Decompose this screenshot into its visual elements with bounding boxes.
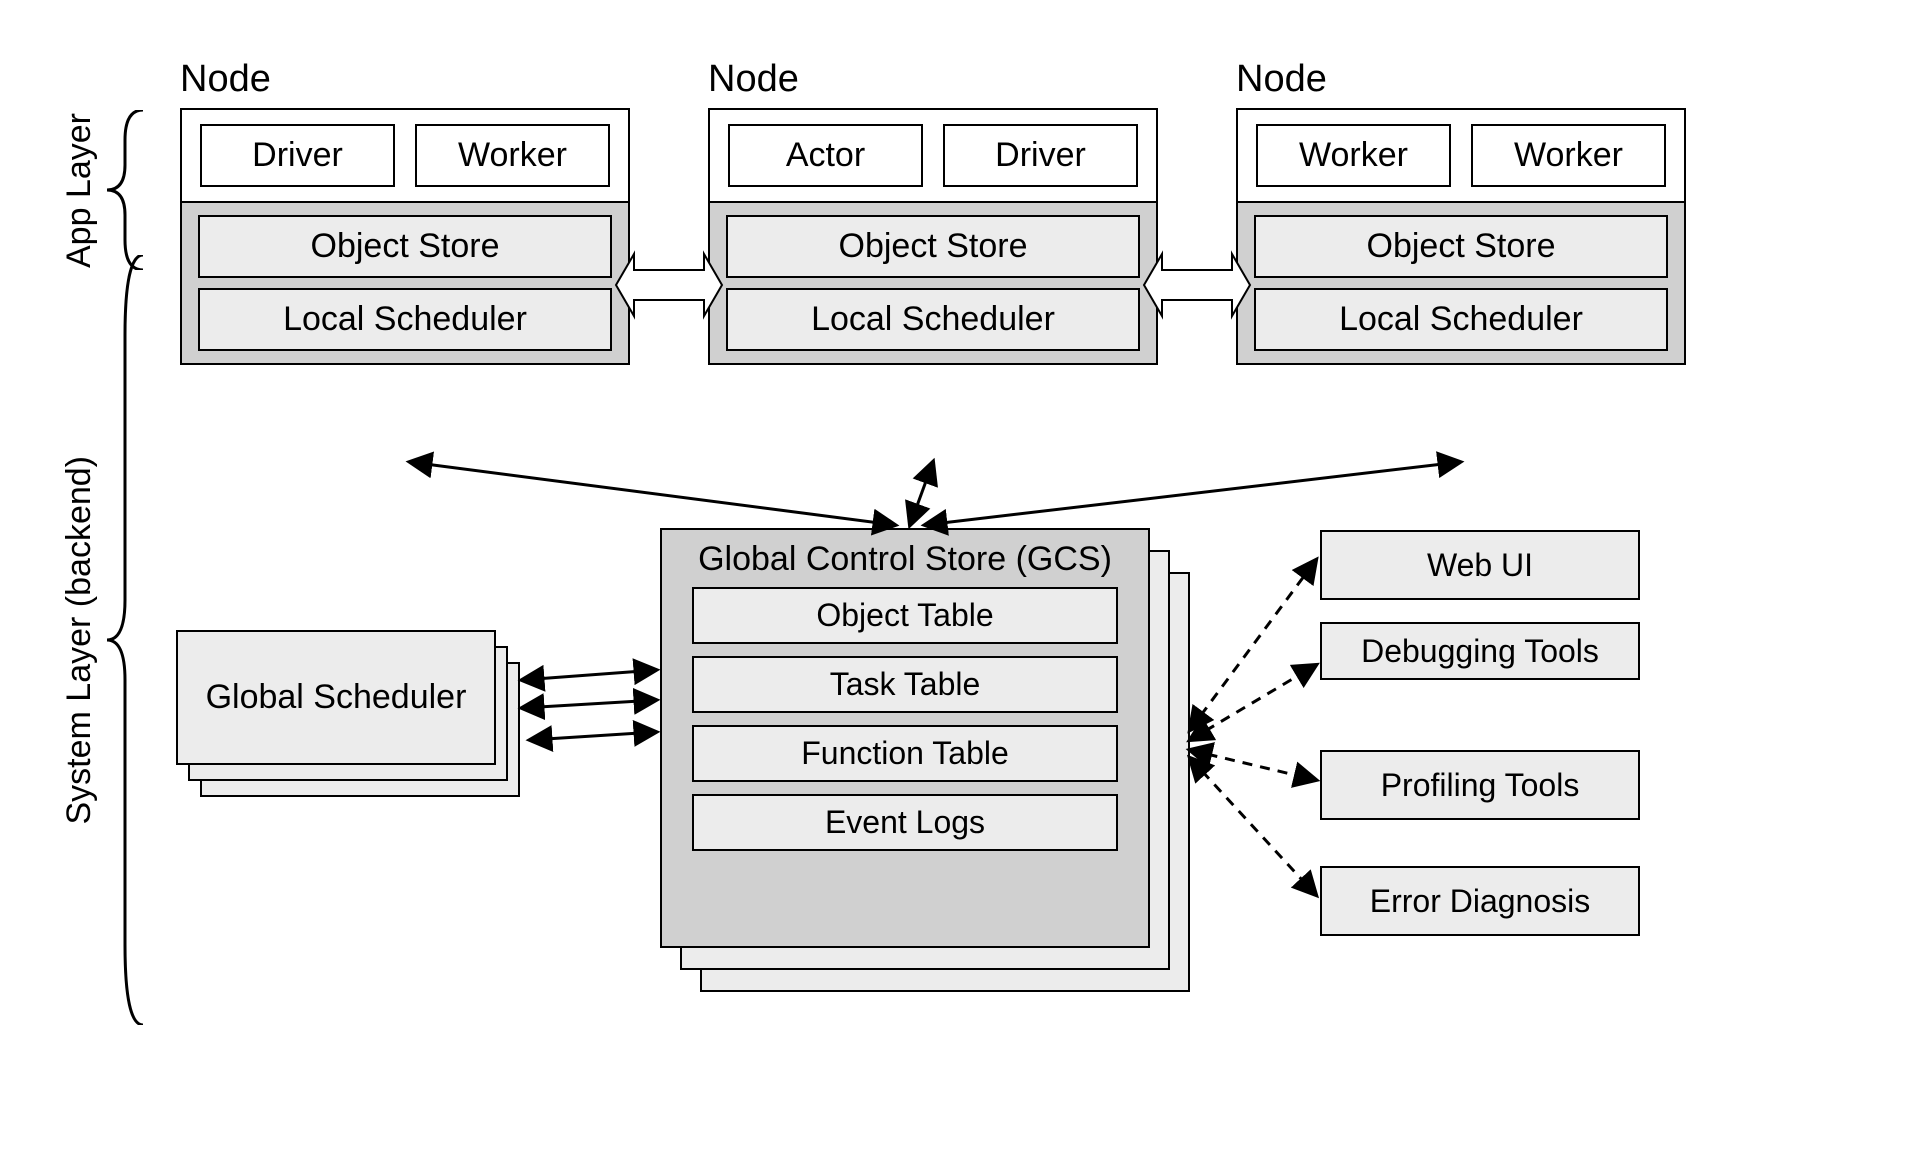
gcs-task-table: Task Table [692, 656, 1118, 713]
node-0-sys-section: Object Store Local Scheduler [182, 201, 628, 363]
global-scheduler: Global Scheduler [176, 630, 496, 765]
tool-debugging: Debugging Tools [1320, 622, 1640, 680]
node-0-object-store: Object Store [198, 215, 612, 278]
gcs-function-table: Function Table [692, 725, 1118, 782]
global-scheduler-stack: Global Scheduler [176, 630, 516, 800]
gcs-stack: Global Control Store (GCS) Object Table … [660, 528, 1190, 1008]
tool-error-diagnosis: Error Diagnosis [1320, 866, 1640, 936]
node-1-app-1: Driver [943, 124, 1138, 187]
node-title-1: Node [708, 58, 799, 101]
node-box-1: Actor Driver Object Store Local Schedule… [708, 108, 1158, 365]
hollow-arrow-1-2 [1144, 254, 1250, 316]
brace-icon [105, 110, 145, 270]
node-title-0: Node [180, 58, 271, 101]
node-2-object-store: Object Store [1254, 215, 1668, 278]
arrow-gsched-gcs-2 [522, 700, 656, 708]
tool-profiling: Profiling Tools [1320, 750, 1640, 820]
arrow-gcs-webui [1190, 560, 1316, 730]
gcs-box: Global Control Store (GCS) Object Table … [660, 528, 1150, 948]
arrow-gsched-gcs-1 [522, 670, 656, 680]
app-layer-label: App Layer [60, 110, 145, 270]
app-layer-text: App Layer [60, 113, 99, 268]
node-0-app-1: Worker [415, 124, 610, 187]
node-2-app-row: Worker Worker [1238, 110, 1684, 201]
system-layer-label: System Layer (backend) [60, 260, 145, 1020]
arrow-node0-gcs [410, 462, 895, 525]
arrow-gsched-gcs-3 [530, 732, 656, 740]
node-2-app-0: Worker [1256, 124, 1451, 187]
arrow-node2-gcs [925, 462, 1460, 525]
system-layer-text: System Layer (backend) [60, 456, 99, 825]
node-title-2: Node [1236, 58, 1327, 101]
gcs-event-logs: Event Logs [692, 794, 1118, 851]
node-0-app-row: Driver Worker [182, 110, 628, 201]
node-0-local-scheduler: Local Scheduler [198, 288, 612, 351]
architecture-diagram: App Layer System Layer (backend) Node No… [40, 40, 1892, 1134]
node-box-0: Driver Worker Object Store Local Schedul… [180, 108, 630, 365]
node-1-object-store: Object Store [726, 215, 1140, 278]
arrow-gcs-debug [1190, 665, 1316, 740]
hollow-arrow-0-1 [616, 254, 722, 316]
node-2-local-scheduler: Local Scheduler [1254, 288, 1668, 351]
node-1-app-row: Actor Driver [710, 110, 1156, 201]
arrow-gcs-profiling [1190, 750, 1316, 780]
brace-icon [105, 255, 145, 1025]
node-0-app-0: Driver [200, 124, 395, 187]
node-1-local-scheduler: Local Scheduler [726, 288, 1140, 351]
gcs-object-table: Object Table [692, 587, 1118, 644]
node-1-sys-section: Object Store Local Scheduler [710, 201, 1156, 363]
tool-web-ui: Web UI [1320, 530, 1640, 600]
node-2-sys-section: Object Store Local Scheduler [1238, 201, 1684, 363]
node-2-app-1: Worker [1471, 124, 1666, 187]
arrow-gcs-error [1190, 758, 1316, 895]
gcs-title: Global Control Store (GCS) [662, 530, 1148, 587]
global-scheduler-label: Global Scheduler [206, 676, 467, 719]
node-1-app-0: Actor [728, 124, 923, 187]
arrow-node1-gcs [910, 462, 933, 525]
node-box-2: Worker Worker Object Store Local Schedul… [1236, 108, 1686, 365]
gcs-items: Object Table Task Table Function Table E… [662, 587, 1148, 869]
